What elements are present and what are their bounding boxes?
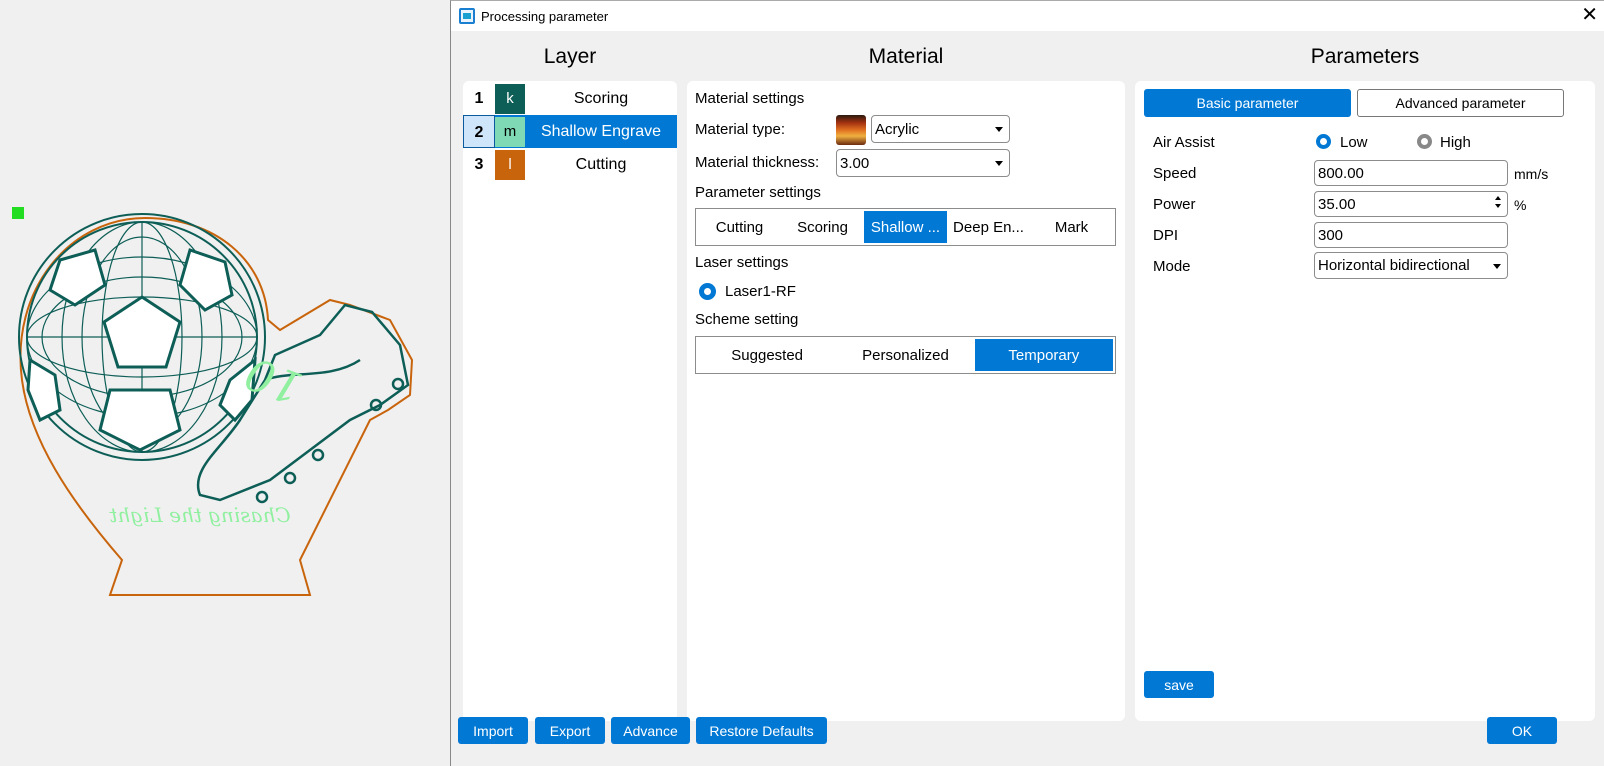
power-label: Power	[1153, 196, 1196, 213]
layer-color-swatch[interactable]: l	[495, 149, 525, 180]
scheme-tabs: Suggested Personalized Temporary	[695, 336, 1116, 374]
speed-input[interactable]: 800.00	[1314, 160, 1508, 186]
preset-tab-cutting[interactable]: Cutting	[698, 211, 781, 243]
layer-name: Shallow Engrave	[540, 122, 662, 140]
air-assist-high-label: High	[1440, 134, 1471, 151]
material-settings-heading: Material settings	[695, 90, 805, 107]
layer-row-shallow-engrave[interactable]: 2 m Shallow Engrave	[463, 115, 677, 148]
speed-unit: mm/s	[1514, 166, 1549, 182]
scheme-tab-personalized[interactable]: Personalized	[836, 339, 974, 371]
title-bar: Processing parameter ✕	[451, 1, 1604, 31]
chevron-down-icon	[995, 127, 1003, 132]
ok-button[interactable]: OK	[1487, 717, 1557, 744]
layer-column-title: Layer	[543, 45, 597, 68]
power-value: 35.00	[1318, 195, 1356, 213]
mode-select[interactable]: Horizontal bidirectional	[1314, 252, 1508, 279]
power-input[interactable]: 35.00	[1314, 191, 1508, 217]
advance-button[interactable]: Advance	[611, 717, 690, 744]
chevron-down-icon	[1493, 264, 1501, 269]
parameter-preset-tabs: Cutting Scoring Shallow ... Deep En... M…	[695, 208, 1116, 246]
design-artwork: 10 Chasing the Light	[12, 207, 414, 596]
preset-tab-mark[interactable]: Mark	[1030, 211, 1113, 243]
parameter-settings-heading: Parameter settings	[695, 184, 821, 201]
football-graphic	[18, 213, 266, 461]
preset-tab-shallow-engrave[interactable]: Shallow ...	[864, 211, 947, 243]
app-icon	[459, 8, 475, 24]
scheme-tab-temporary[interactable]: Temporary	[974, 339, 1113, 371]
tab-basic-parameter[interactable]: Basic parameter	[1144, 89, 1351, 117]
export-button[interactable]: Export	[535, 717, 605, 744]
layer-color-swatch[interactable]: m	[495, 116, 525, 147]
layer-name: Cutting	[575, 155, 627, 173]
restore-defaults-button[interactable]: Restore Defaults	[696, 717, 827, 744]
material-thumbnail	[836, 115, 866, 145]
tab-advanced-parameter[interactable]: Advanced parameter	[1357, 89, 1564, 117]
preset-tab-deep-engrave[interactable]: Deep En...	[947, 211, 1030, 243]
chevron-down-icon	[995, 161, 1003, 166]
air-assist-label: Air Assist	[1153, 134, 1215, 151]
layer-number: 3	[474, 155, 484, 173]
dialog-title: Processing parameter	[481, 8, 609, 24]
layer-row-scoring[interactable]: 1 k Scoring	[463, 82, 677, 115]
laser-option-label: Laser1-RF	[725, 283, 796, 300]
parameters-column-title: Parameters	[1310, 45, 1420, 68]
stepper-up-icon[interactable]	[1495, 196, 1501, 200]
layer-row-cutting[interactable]: 3 l Cutting	[463, 148, 677, 181]
close-icon[interactable]: ✕	[1581, 4, 1598, 26]
material-thickness-select[interactable]: 3.00	[836, 149, 1010, 177]
preset-tab-scoring[interactable]: Scoring	[781, 211, 864, 243]
material-column-title: Material	[868, 45, 944, 68]
speed-label: Speed	[1153, 165, 1197, 182]
mode-label: Mode	[1153, 258, 1191, 275]
layer-list: 1 k Scoring 2 m Shallow Engrave 3 l Cutt…	[463, 81, 677, 721]
dpi-input[interactable]: 300	[1314, 222, 1508, 248]
processing-parameter-dialog: Processing parameter ✕ Layer Material Pa…	[450, 0, 1604, 766]
power-stepper[interactable]	[1493, 194, 1503, 214]
engrave-tagline-text: Chasing the Light	[108, 503, 290, 527]
material-panel: Material settings Material type: Acrylic…	[687, 81, 1125, 721]
material-thickness-label: Material thickness:	[695, 154, 820, 171]
stepper-down-icon[interactable]	[1495, 204, 1501, 208]
material-thickness-value: 3.00	[840, 154, 870, 172]
scheme-tab-suggested[interactable]: Suggested	[698, 339, 836, 371]
layer-color-swatch[interactable]: k	[495, 83, 525, 114]
save-button[interactable]: save	[1144, 671, 1214, 698]
parameters-panel: Basic parameter Advanced parameter Air A…	[1135, 81, 1595, 721]
laser-settings-heading: Laser settings	[695, 254, 789, 271]
dpi-label: DPI	[1153, 227, 1179, 244]
laser-radio[interactable]	[699, 283, 716, 300]
air-assist-low-radio[interactable]	[1316, 134, 1331, 149]
layer-number: 1	[474, 89, 484, 107]
import-button[interactable]: Import	[458, 717, 528, 744]
design-canvas[interactable]: 10 Chasing the Light	[0, 0, 450, 766]
air-assist-low-label: Low	[1340, 134, 1368, 151]
power-unit: %	[1514, 197, 1527, 213]
material-type-value: Acrylic	[875, 120, 920, 138]
layer-name: Scoring	[573, 89, 629, 107]
air-assist-high-radio[interactable]	[1417, 134, 1432, 149]
scheme-setting-heading: Scheme setting	[695, 311, 799, 328]
mode-value: Horizontal bidirectional	[1318, 257, 1470, 274]
origin-marker[interactable]	[12, 207, 24, 219]
layer-number: 2	[463, 115, 495, 148]
material-type-select[interactable]: Acrylic	[871, 115, 1010, 143]
material-type-label: Material type:	[695, 121, 786, 138]
